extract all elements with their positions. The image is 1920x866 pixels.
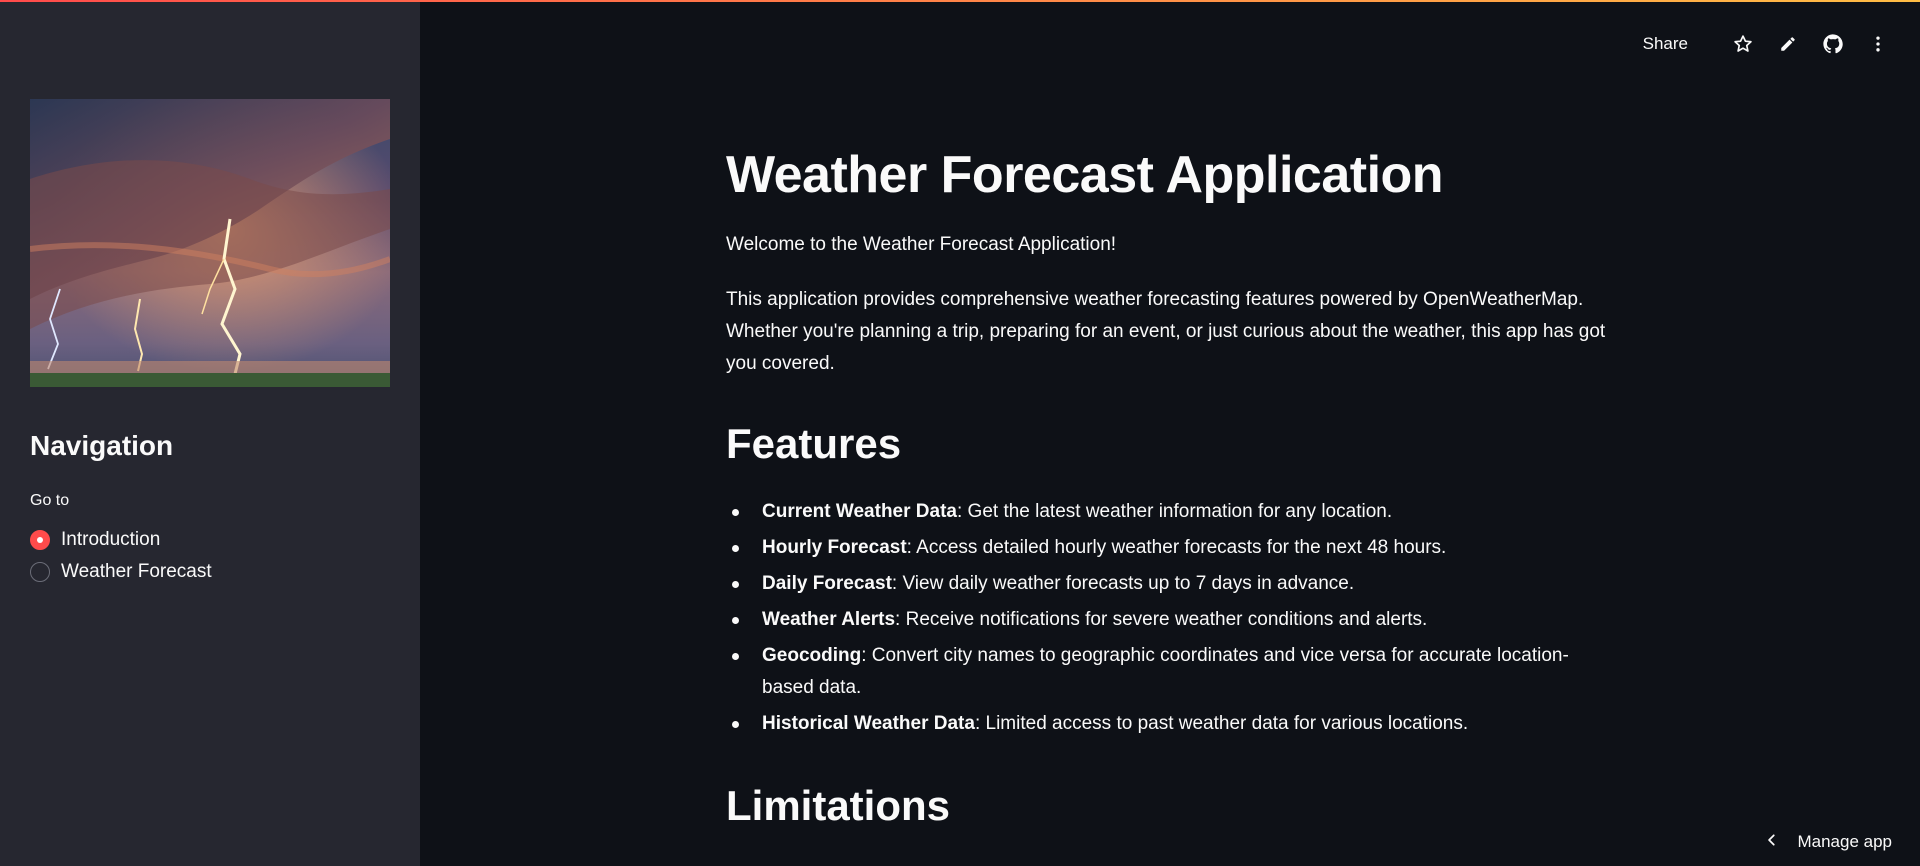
radio-unselected-icon[interactable] bbox=[30, 562, 50, 582]
feature-name: Daily Forecast bbox=[762, 573, 892, 594]
manage-app-button[interactable]: Manage app bbox=[1765, 832, 1892, 852]
limitations-heading: Limitations bbox=[726, 782, 951, 829]
manage-app-label: Manage app bbox=[1797, 832, 1892, 851]
radio-option-label: Introduction bbox=[61, 529, 161, 550]
radio-selected-icon[interactable] bbox=[30, 530, 50, 550]
feature-description: : Convert city names to geographic coord… bbox=[762, 645, 1569, 698]
share-button[interactable]: Share bbox=[1643, 34, 1688, 54]
radio-group-label: Go to bbox=[30, 492, 70, 509]
feature-description: : Access detailed hourly weather forecas… bbox=[906, 537, 1447, 558]
top-decoration-bar bbox=[0, 0, 1920, 2]
feature-description: : Limited access to past weather data fo… bbox=[974, 713, 1469, 734]
storm-lightning-image bbox=[30, 99, 390, 387]
pencil-icon[interactable] bbox=[1776, 32, 1800, 56]
features-list: Current Weather Data: Get the latest wea… bbox=[732, 496, 1606, 744]
sidebar-title: Navigation bbox=[30, 430, 174, 461]
feature-description: : Get the latest weather information for… bbox=[956, 501, 1393, 522]
feature-name: Geocoding bbox=[762, 645, 862, 666]
feature-description: : Receive notifications for severe weath… bbox=[895, 609, 1428, 630]
list-item: Daily Forecast: View daily weather forec… bbox=[732, 568, 1606, 600]
page-title: Weather Forecast Application bbox=[726, 146, 1444, 204]
feature-name: Hourly Forecast bbox=[762, 537, 907, 558]
radio-option-label: Weather Forecast bbox=[61, 561, 212, 582]
intro-paragraph: This application provides comprehensive … bbox=[726, 289, 1606, 374]
header-toolbar: Share bbox=[1643, 30, 1890, 58]
list-item: Geocoding: Convert city names to geograp… bbox=[732, 640, 1606, 704]
radio-option-introduction[interactable]: Introduction bbox=[30, 529, 160, 551]
feature-description: : View daily weather forecasts up to 7 d… bbox=[891, 573, 1355, 594]
feature-name: Historical Weather Data bbox=[762, 713, 975, 734]
star-icon[interactable] bbox=[1731, 32, 1755, 56]
list-item: Hourly Forecast: Access detailed hourly … bbox=[732, 532, 1606, 564]
list-item: Historical Weather Data: Limited access … bbox=[732, 708, 1606, 740]
more-vertical-icon[interactable] bbox=[1866, 32, 1890, 56]
features-heading: Features bbox=[726, 420, 902, 467]
feature-name: Weather Alerts bbox=[762, 609, 896, 630]
radio-option-weather-forecast[interactable]: Weather Forecast bbox=[30, 561, 212, 583]
chevron-left-icon bbox=[1765, 832, 1779, 852]
feature-name: Current Weather Data bbox=[762, 501, 957, 522]
list-item: Current Weather Data: Get the latest wea… bbox=[732, 496, 1606, 528]
sidebar: Navigation Go to Introduction Weather Fo… bbox=[0, 0, 420, 866]
github-icon[interactable] bbox=[1821, 32, 1845, 56]
list-item: Weather Alerts: Receive notifications fo… bbox=[732, 604, 1606, 636]
welcome-text: Welcome to the Weather Forecast Applicat… bbox=[726, 234, 1117, 255]
